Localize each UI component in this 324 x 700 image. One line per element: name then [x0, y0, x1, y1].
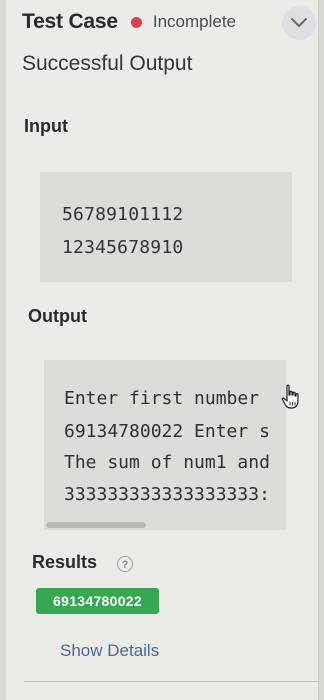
result-subtitle: Successful Output — [22, 52, 193, 75]
hand-pointer-icon — [281, 384, 299, 409]
test-case-header: Test Case Incomplete — [22, 6, 316, 40]
test-case-title: Test Case — [22, 10, 118, 33]
output-line: Enter first number — [64, 388, 260, 409]
results-label: Results — [32, 552, 98, 572]
output-line: 333333333333333333: — [64, 484, 270, 505]
result-badge: 69134780022 — [36, 588, 159, 614]
input-label: Input — [24, 116, 68, 136]
bottom-divider — [24, 681, 318, 682]
output-line: The sum of num1 and — [64, 452, 270, 473]
test-case-panel: Test Case Incomplete Successful Output I… — [6, 0, 319, 700]
output-box: Enter first number 69134780022 Enter s T… — [44, 360, 286, 530]
status-dot — [130, 16, 142, 28]
output-label: Output — [28, 306, 87, 326]
output-line: 69134780022 Enter s — [64, 421, 270, 442]
status-label: Incomplete — [152, 12, 237, 31]
chevron-down-icon — [291, 18, 307, 27]
help-circle-icon[interactable]: ? — [117, 556, 133, 572]
input-box: 56789101112 12345678910 — [40, 172, 292, 282]
input-line: 12345678910 — [62, 237, 184, 258]
output-horizontal-scrollbar[interactable] — [46, 522, 146, 528]
show-details-link[interactable]: Show Details — [60, 641, 159, 661]
input-line: 56789101112 — [62, 204, 184, 225]
expand-button[interactable] — [282, 6, 316, 40]
